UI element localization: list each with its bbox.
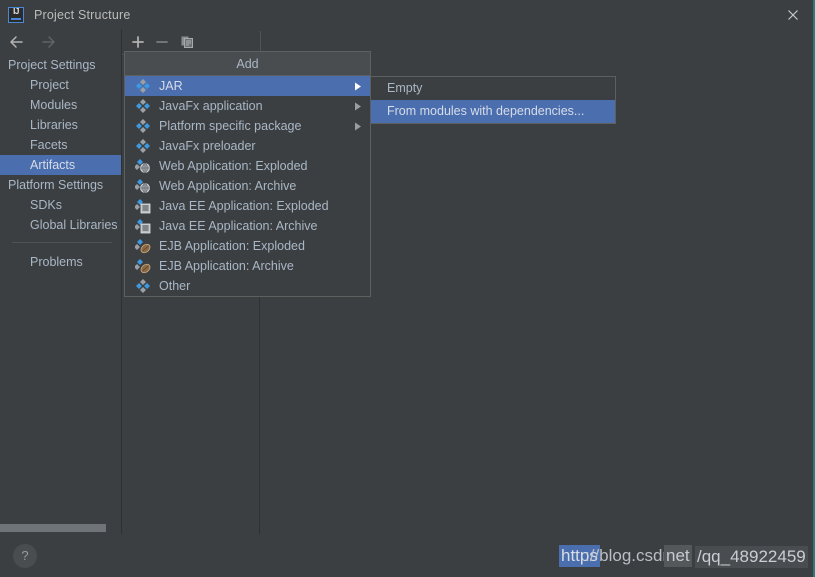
menu-item-platform-specific-package[interactable]: Platform specific package bbox=[125, 116, 370, 136]
menu-item-label: JAR bbox=[159, 79, 183, 93]
artifact-ejb-archive-icon bbox=[134, 258, 151, 274]
help-button[interactable]: ? bbox=[13, 544, 37, 568]
sidebar-item-project[interactable]: Project bbox=[0, 75, 124, 95]
artifact-javafx-preloader-icon bbox=[135, 138, 151, 154]
artifact-javafx-icon bbox=[135, 98, 151, 114]
submenu-item-empty[interactable]: Empty bbox=[371, 77, 615, 100]
menu-item-ejb-application-archive[interactable]: EJB Application: Archive bbox=[125, 256, 370, 276]
sidebar-item-libraries[interactable]: Libraries bbox=[0, 115, 124, 135]
add-artifact-menu: Add JAR JavaFx application Platform spec… bbox=[124, 51, 371, 297]
menu-item-javafx-application[interactable]: JavaFx application bbox=[125, 96, 370, 116]
artifact-other-icon bbox=[135, 278, 151, 294]
navigation-bar bbox=[0, 29, 124, 55]
project-structure-window: Project Structure Project Settings Proje… bbox=[0, 0, 815, 577]
sidebar-item-global-libraries[interactable]: Global Libraries bbox=[0, 215, 124, 235]
artifact-ejb-exploded-icon bbox=[134, 238, 151, 254]
dialog-bottom-bar: ? bbox=[0, 534, 813, 577]
submenu-item-from-modules-with-dependencies[interactable]: From modules with dependencies... bbox=[371, 100, 615, 123]
copy-icon[interactable] bbox=[180, 35, 194, 49]
menu-item-ejb-application-exploded[interactable]: EJB Application: Exploded bbox=[125, 236, 370, 256]
menu-item-other[interactable]: Other bbox=[125, 276, 370, 296]
settings-sidebar: Project Settings Project Modules Librari… bbox=[0, 55, 124, 522]
menu-item-label: JavaFx preloader bbox=[159, 139, 256, 153]
menu-item-label: Other bbox=[159, 279, 191, 293]
chevron-right-icon bbox=[354, 102, 362, 111]
minus-icon[interactable] bbox=[156, 36, 168, 48]
menu-item-label: JavaFx application bbox=[159, 99, 263, 113]
plus-icon[interactable] bbox=[132, 36, 144, 48]
menu-item-jar[interactable]: JAR bbox=[125, 76, 370, 96]
sidebar-item-problems[interactable]: Problems bbox=[0, 252, 124, 272]
menu-item-web-application-exploded[interactable]: Web Application: Exploded bbox=[125, 156, 370, 176]
arrow-right-icon[interactable] bbox=[38, 35, 58, 49]
menu-item-label: EJB Application: Archive bbox=[159, 259, 294, 273]
sidebar-group-platform-settings: Platform Settings bbox=[8, 178, 104, 192]
menu-item-label: EJB Application: Exploded bbox=[159, 239, 305, 253]
artifact-platform-icon bbox=[135, 118, 151, 134]
artifact-jar-icon bbox=[135, 78, 151, 94]
sidebar-item-sdks[interactable]: SDKs bbox=[0, 195, 124, 215]
menu-item-label: Java EE Application: Archive bbox=[159, 219, 318, 233]
artifact-javaee-exploded-icon bbox=[134, 198, 151, 214]
menu-item-label: Platform specific package bbox=[159, 119, 302, 133]
artifact-web-exploded-icon bbox=[134, 158, 151, 174]
menu-item-javafx-preloader[interactable]: JavaFx preloader bbox=[125, 136, 370, 156]
chevron-right-icon bbox=[354, 82, 362, 91]
window-title: Project Structure bbox=[34, 7, 131, 22]
sidebar-item-modules[interactable]: Modules bbox=[0, 95, 124, 115]
intellij-idea-logo bbox=[8, 6, 24, 23]
menu-item-javaee-application-exploded[interactable]: Java EE Application: Exploded bbox=[125, 196, 370, 216]
menu-item-label: Web Application: Exploded bbox=[159, 159, 308, 173]
sidebar-divider bbox=[12, 242, 112, 243]
title-bar: Project Structure bbox=[0, 0, 813, 29]
sidebar-group-project-settings: Project Settings bbox=[8, 58, 96, 72]
menu-item-web-application-archive[interactable]: Web Application: Archive bbox=[125, 176, 370, 196]
sidebar-item-artifacts[interactable]: Artifacts bbox=[0, 155, 124, 175]
chevron-right-icon bbox=[354, 122, 362, 131]
sidebar-horizontal-scrollbar-thumb[interactable] bbox=[0, 524, 106, 532]
jar-submenu: Empty From modules with dependencies... bbox=[370, 76, 616, 124]
artifact-web-archive-icon bbox=[134, 178, 151, 194]
add-menu-header: Add bbox=[125, 52, 370, 76]
menu-item-label: Java EE Application: Exploded bbox=[159, 199, 329, 213]
sidebar-item-facets[interactable]: Facets bbox=[0, 135, 124, 155]
close-icon[interactable] bbox=[785, 7, 801, 23]
artifact-javaee-archive-icon bbox=[134, 218, 151, 234]
menu-item-javaee-application-archive[interactable]: Java EE Application: Archive bbox=[125, 216, 370, 236]
menu-item-label: Web Application: Archive bbox=[159, 179, 297, 193]
arrow-left-icon[interactable] bbox=[8, 35, 28, 49]
